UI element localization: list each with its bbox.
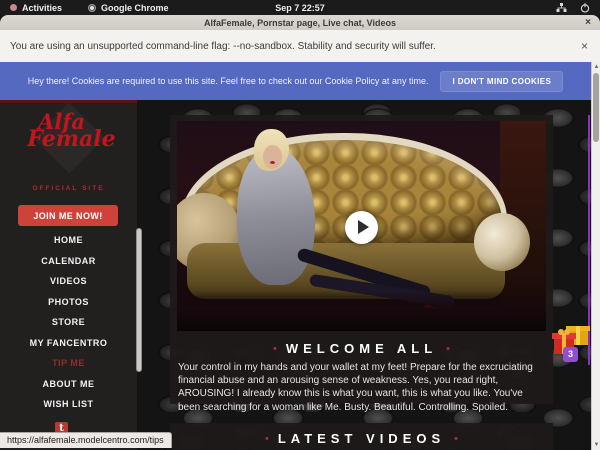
latest-videos-heading-text: LATEST VIDEOS <box>278 431 445 446</box>
desktop-screen: Activities Google Chrome Sep 7 22:57 Alf… <box>0 0 600 450</box>
clock[interactable]: Sep 7 22:57 <box>0 3 600 13</box>
logo-line-2: Female <box>6 128 137 150</box>
gifts-widget[interactable]: 3 <box>551 322 591 366</box>
welcome-section: • WELCOME ALL • Your control in my hands… <box>170 115 553 404</box>
infobar-message: You are using an unsupported command-lin… <box>10 41 436 52</box>
window-title-bar[interactable]: AlfaFemale, Pornstar page, Live chat, Vi… <box>0 15 600 30</box>
heading-bullet: • <box>446 343 450 355</box>
cookie-accept-button[interactable]: I DON'T MIND COOKIES <box>440 71 563 92</box>
heading-bullet: • <box>265 433 269 445</box>
gnome-top-bar: Activities Google Chrome Sep 7 22:57 <box>0 0 600 15</box>
gift-count-badge: 3 <box>563 347 578 362</box>
sidebar-item-tip-me[interactable]: TIP ME <box>0 353 137 374</box>
figure-lips-shape <box>270 161 275 164</box>
latest-videos-section: • LATEST VIDEOS • <box>170 423 553 450</box>
window-title: AlfaFemale, Pornstar page, Live chat, Vi… <box>204 18 396 28</box>
sidebar-scrollbar[interactable] <box>136 228 142 372</box>
sidebar-item-photos[interactable]: PHOTOS <box>0 292 137 313</box>
scroll-up-arrow-icon[interactable]: ▲ <box>592 64 600 70</box>
video-thumbnail[interactable] <box>177 121 546 331</box>
infobar-close-icon[interactable]: × <box>581 39 588 53</box>
scroll-down-arrow-icon[interactable]: ▼ <box>592 442 600 448</box>
sidebar-item-calendar[interactable]: CALENDAR <box>0 251 137 272</box>
sidebar: Alfa Female OFFICIAL SITE JOIN ME NOW! H… <box>0 100 137 450</box>
cookie-message: Hey there! Cookies are required to use t… <box>28 76 429 86</box>
web-page: Alfa Female OFFICIAL SITE JOIN ME NOW! H… <box>0 100 591 450</box>
window-close-button[interactable]: × <box>585 15 591 30</box>
status-bar-url: https://alfafemale.modelcentro.com/tips <box>0 432 172 448</box>
sidebar-item-home[interactable]: HOME <box>0 230 137 251</box>
welcome-heading: • WELCOME ALL • <box>170 341 553 356</box>
sidebar-item-my-fancentro[interactable]: MY FANCENTRO <box>0 333 137 354</box>
site-logo[interactable]: Alfa Female <box>0 111 137 181</box>
heading-bullet: • <box>454 433 458 445</box>
figure-face-shape <box>263 145 282 169</box>
official-site-label: OFFICIAL SITE <box>0 185 137 192</box>
armrest-shape <box>474 213 530 271</box>
network-icon[interactable] <box>556 2 567 13</box>
join-me-now-button[interactable]: JOIN ME NOW! <box>18 205 118 226</box>
scrollbar-thumb[interactable] <box>593 73 599 142</box>
floor-shadow <box>177 291 546 331</box>
chrome-infobar: You are using an unsupported command-lin… <box>0 30 600 62</box>
sidebar-item-videos[interactable]: VIDEOS <box>0 271 137 292</box>
sidebar-nav: HOME CALENDAR VIDEOS PHOTOS STORE MY FAN… <box>0 230 137 415</box>
power-icon[interactable] <box>580 3 590 13</box>
page-scrollbar[interactable]: ▲ ▼ <box>591 62 600 450</box>
sidebar-item-about-me[interactable]: ABOUT ME <box>0 374 137 395</box>
latest-videos-heading: • LATEST VIDEOS • <box>170 431 553 446</box>
sidebar-item-wish-list[interactable]: WISH LIST <box>0 394 137 415</box>
play-button[interactable] <box>345 211 378 244</box>
welcome-body-text: Your control in my hands and your wallet… <box>178 361 545 414</box>
sidebar-item-store[interactable]: STORE <box>0 312 137 333</box>
cookie-banner: Hey there! Cookies are required to use t… <box>0 62 591 100</box>
play-icon <box>358 220 369 234</box>
welcome-heading-text: WELCOME ALL <box>286 341 437 356</box>
heading-bullet: • <box>273 343 277 355</box>
